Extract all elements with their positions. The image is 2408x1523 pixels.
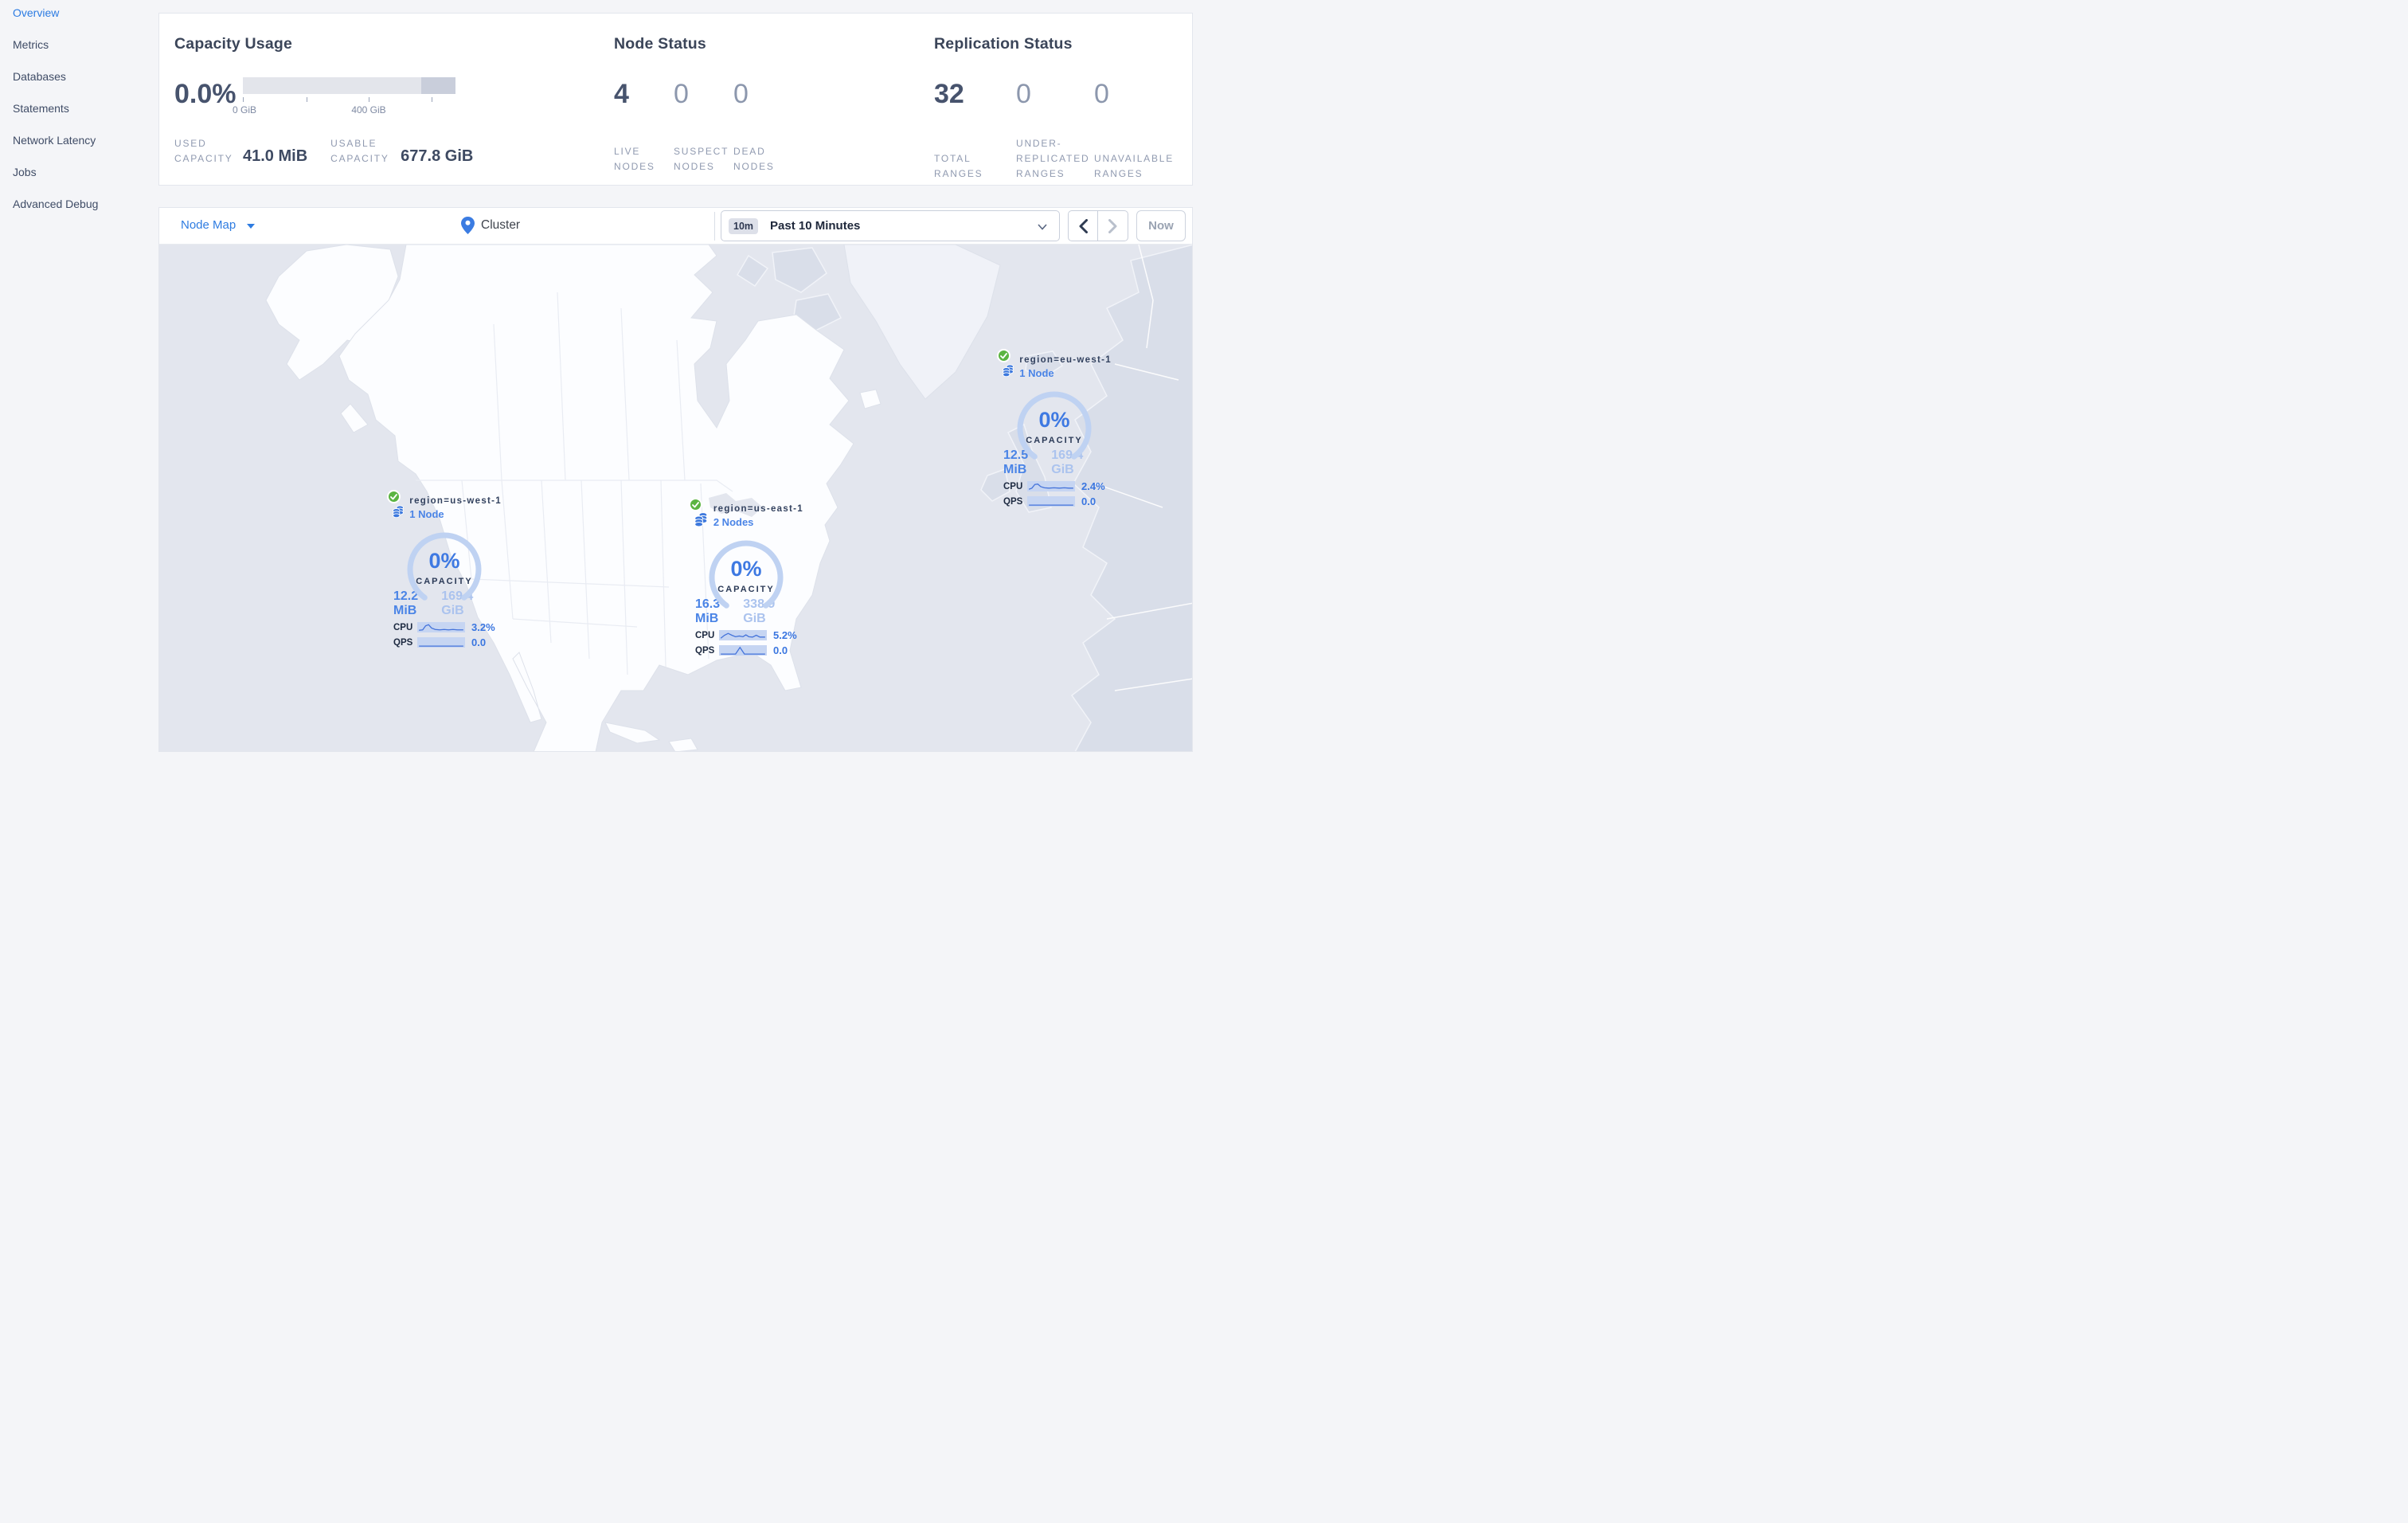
breadcrumb-label: Cluster [481,218,521,232]
breadcrumb[interactable]: Cluster [461,217,520,234]
region-name: region=us-west-1 [409,496,502,506]
map-pin-icon [461,217,475,234]
sidebar-item-jobs[interactable]: Jobs [13,164,158,180]
qps-sparkline [1027,496,1075,507]
capacity-bar [243,77,455,94]
qps-label: QPS [1003,496,1023,507]
gauge-caption: CAPACITY [1026,436,1083,445]
chevron-left-icon [1079,218,1088,233]
time-step-forward-button[interactable] [1098,211,1128,241]
cpu-value: 2.4% [1081,480,1105,492]
chevron-right-icon [1108,218,1117,233]
region-marker-eu-west-1[interactable]: region=eu-west-1 1 Node 0% CAPACITY 12.5… [997,349,1112,507]
region-node-count: 1 Node [1019,367,1054,379]
node-status-title: Node Status [614,35,706,53]
cpu-value: 5.2% [773,629,797,641]
dead-nodes-count: 0 [733,79,749,109]
cpu-value: 3.2% [471,621,495,633]
time-step-back-button[interactable] [1069,211,1099,241]
sidebar-item-overview[interactable]: Overview [13,5,158,21]
qps-label: QPS [393,637,413,648]
live-nodes-count: 4 [614,79,629,109]
usable-capacity-value: 677.8 GiB [401,147,474,165]
cluster-summary-card: Capacity Usage 0.0% 0 GiB 400 GiB USED C… [158,13,1193,186]
chevron-down-icon [1038,224,1047,230]
dead-nodes-label: DEAD NODES [733,146,775,172]
usable-capacity-label: USABLE CAPACITY [330,138,389,164]
sidebar-item-network-latency[interactable]: Network Latency [13,132,158,148]
gauge-percent: 0% [730,557,762,581]
view-selector-dropdown[interactable]: Node Map [181,218,256,232]
sidebar-item-metrics[interactable]: Metrics [13,37,158,53]
world-map: region=us-west-1 1 Node 0% CAPACITY 12.2… [159,245,1192,751]
under-replicated-ranges-count: 0 [1016,79,1031,109]
cpu-sparkline [417,622,465,632]
cpu-sparkline [719,630,767,640]
time-range-badge: 10m [729,217,759,234]
capacity-usage-panel: Capacity Usage 0.0% 0 GiB 400 GiB USED C… [159,14,599,185]
region-node-count: 2 Nodes [713,516,754,528]
capacity-gauge: 0% CAPACITY [405,532,484,602]
qps-sparkline [417,637,465,648]
time-range-label: Past 10 Minutes [770,219,861,233]
cpu-label: CPU [1003,481,1023,491]
qps-label: QPS [695,645,715,656]
cpu-sparkline [1027,481,1075,491]
sidebar-item-advanced-debug[interactable]: Advanced Debug [13,196,158,212]
qps-value: 0.0 [1081,495,1096,507]
region-marker-us-west-1[interactable]: region=us-west-1 1 Node 0% CAPACITY 12.2… [387,490,502,648]
gauge-caption: CAPACITY [416,577,473,586]
live-nodes-label: LIVE NODES [614,146,655,172]
node-status-panel: Node Status 4 0 0 LIVE NODES SUSPECT NOD… [599,14,919,185]
used-capacity-value: 41.0 MiB [243,147,308,165]
used-capacity-label: USED CAPACITY [174,138,233,164]
checkmark-icon [997,349,1010,362]
qps-value: 0.0 [773,644,788,656]
axis-tick-label: 0 GiB [232,104,257,115]
region-marker-us-east-1[interactable]: region=us-east-1 2 Nodes 0% CAPACITY 16.… [689,498,803,656]
gauge-caption: CAPACITY [717,585,775,594]
gauge-percent: 0% [428,549,460,573]
time-range-dropdown[interactable]: 10m Past 10 Minutes [721,210,1060,241]
cpu-label: CPU [393,622,413,632]
gauge-percent: 0% [1038,408,1070,432]
checkmark-icon [689,498,702,511]
capacity-bar-chart: 0 GiB 400 GiB [233,77,455,115]
caret-down-icon [247,223,256,229]
total-ranges-label: TOTAL RANGES [934,153,983,179]
unavailable-ranges-count: 0 [1094,79,1109,109]
sidebar: Overview Metrics Databases Statements Ne… [0,0,158,762]
toolbar-divider [714,212,715,241]
under-replicated-ranges-label: UNDER-REPLICATED RANGES [1016,138,1090,179]
capacity-bar-reserved-segment [421,77,455,94]
suspect-nodes-label: SUSPECT NODES [674,146,729,172]
sidebar-item-statements[interactable]: Statements [13,100,158,116]
sidebar-item-databases[interactable]: Databases [13,69,158,84]
time-step-buttons [1068,210,1128,241]
qps-value: 0.0 [471,636,487,648]
region-name: region=eu-west-1 [1019,355,1112,365]
region-name: region=us-east-1 [713,504,803,514]
replication-status-panel: Replication Status 32 0 0 TOTAL RANGES U… [919,14,1192,185]
now-button[interactable]: Now [1136,210,1186,241]
axis-tick-label: 400 GiB [351,104,386,115]
cpu-label: CPU [695,630,715,640]
replication-status-title: Replication Status [934,35,1073,53]
node-map-card: Node Map Cluster 10m Past 10 Minutes Now… [158,207,1193,752]
qps-sparkline [719,645,767,656]
suspect-nodes-count: 0 [674,79,689,109]
capacity-gauge: 0% CAPACITY [1014,391,1094,461]
capacity-gauge: 0% CAPACITY [706,540,786,610]
region-node-count: 1 Node [409,508,444,520]
node-map-toolbar: Node Map Cluster 10m Past 10 Minutes Now [159,208,1192,245]
view-selector-label: Node Map [181,218,236,232]
checkmark-icon [387,490,401,503]
axis-tick [243,97,244,102]
total-ranges-count: 32 [934,79,964,109]
capacity-usage-title: Capacity Usage [174,35,293,53]
unavailable-ranges-label: UNAVAILABLE RANGES [1094,153,1175,179]
